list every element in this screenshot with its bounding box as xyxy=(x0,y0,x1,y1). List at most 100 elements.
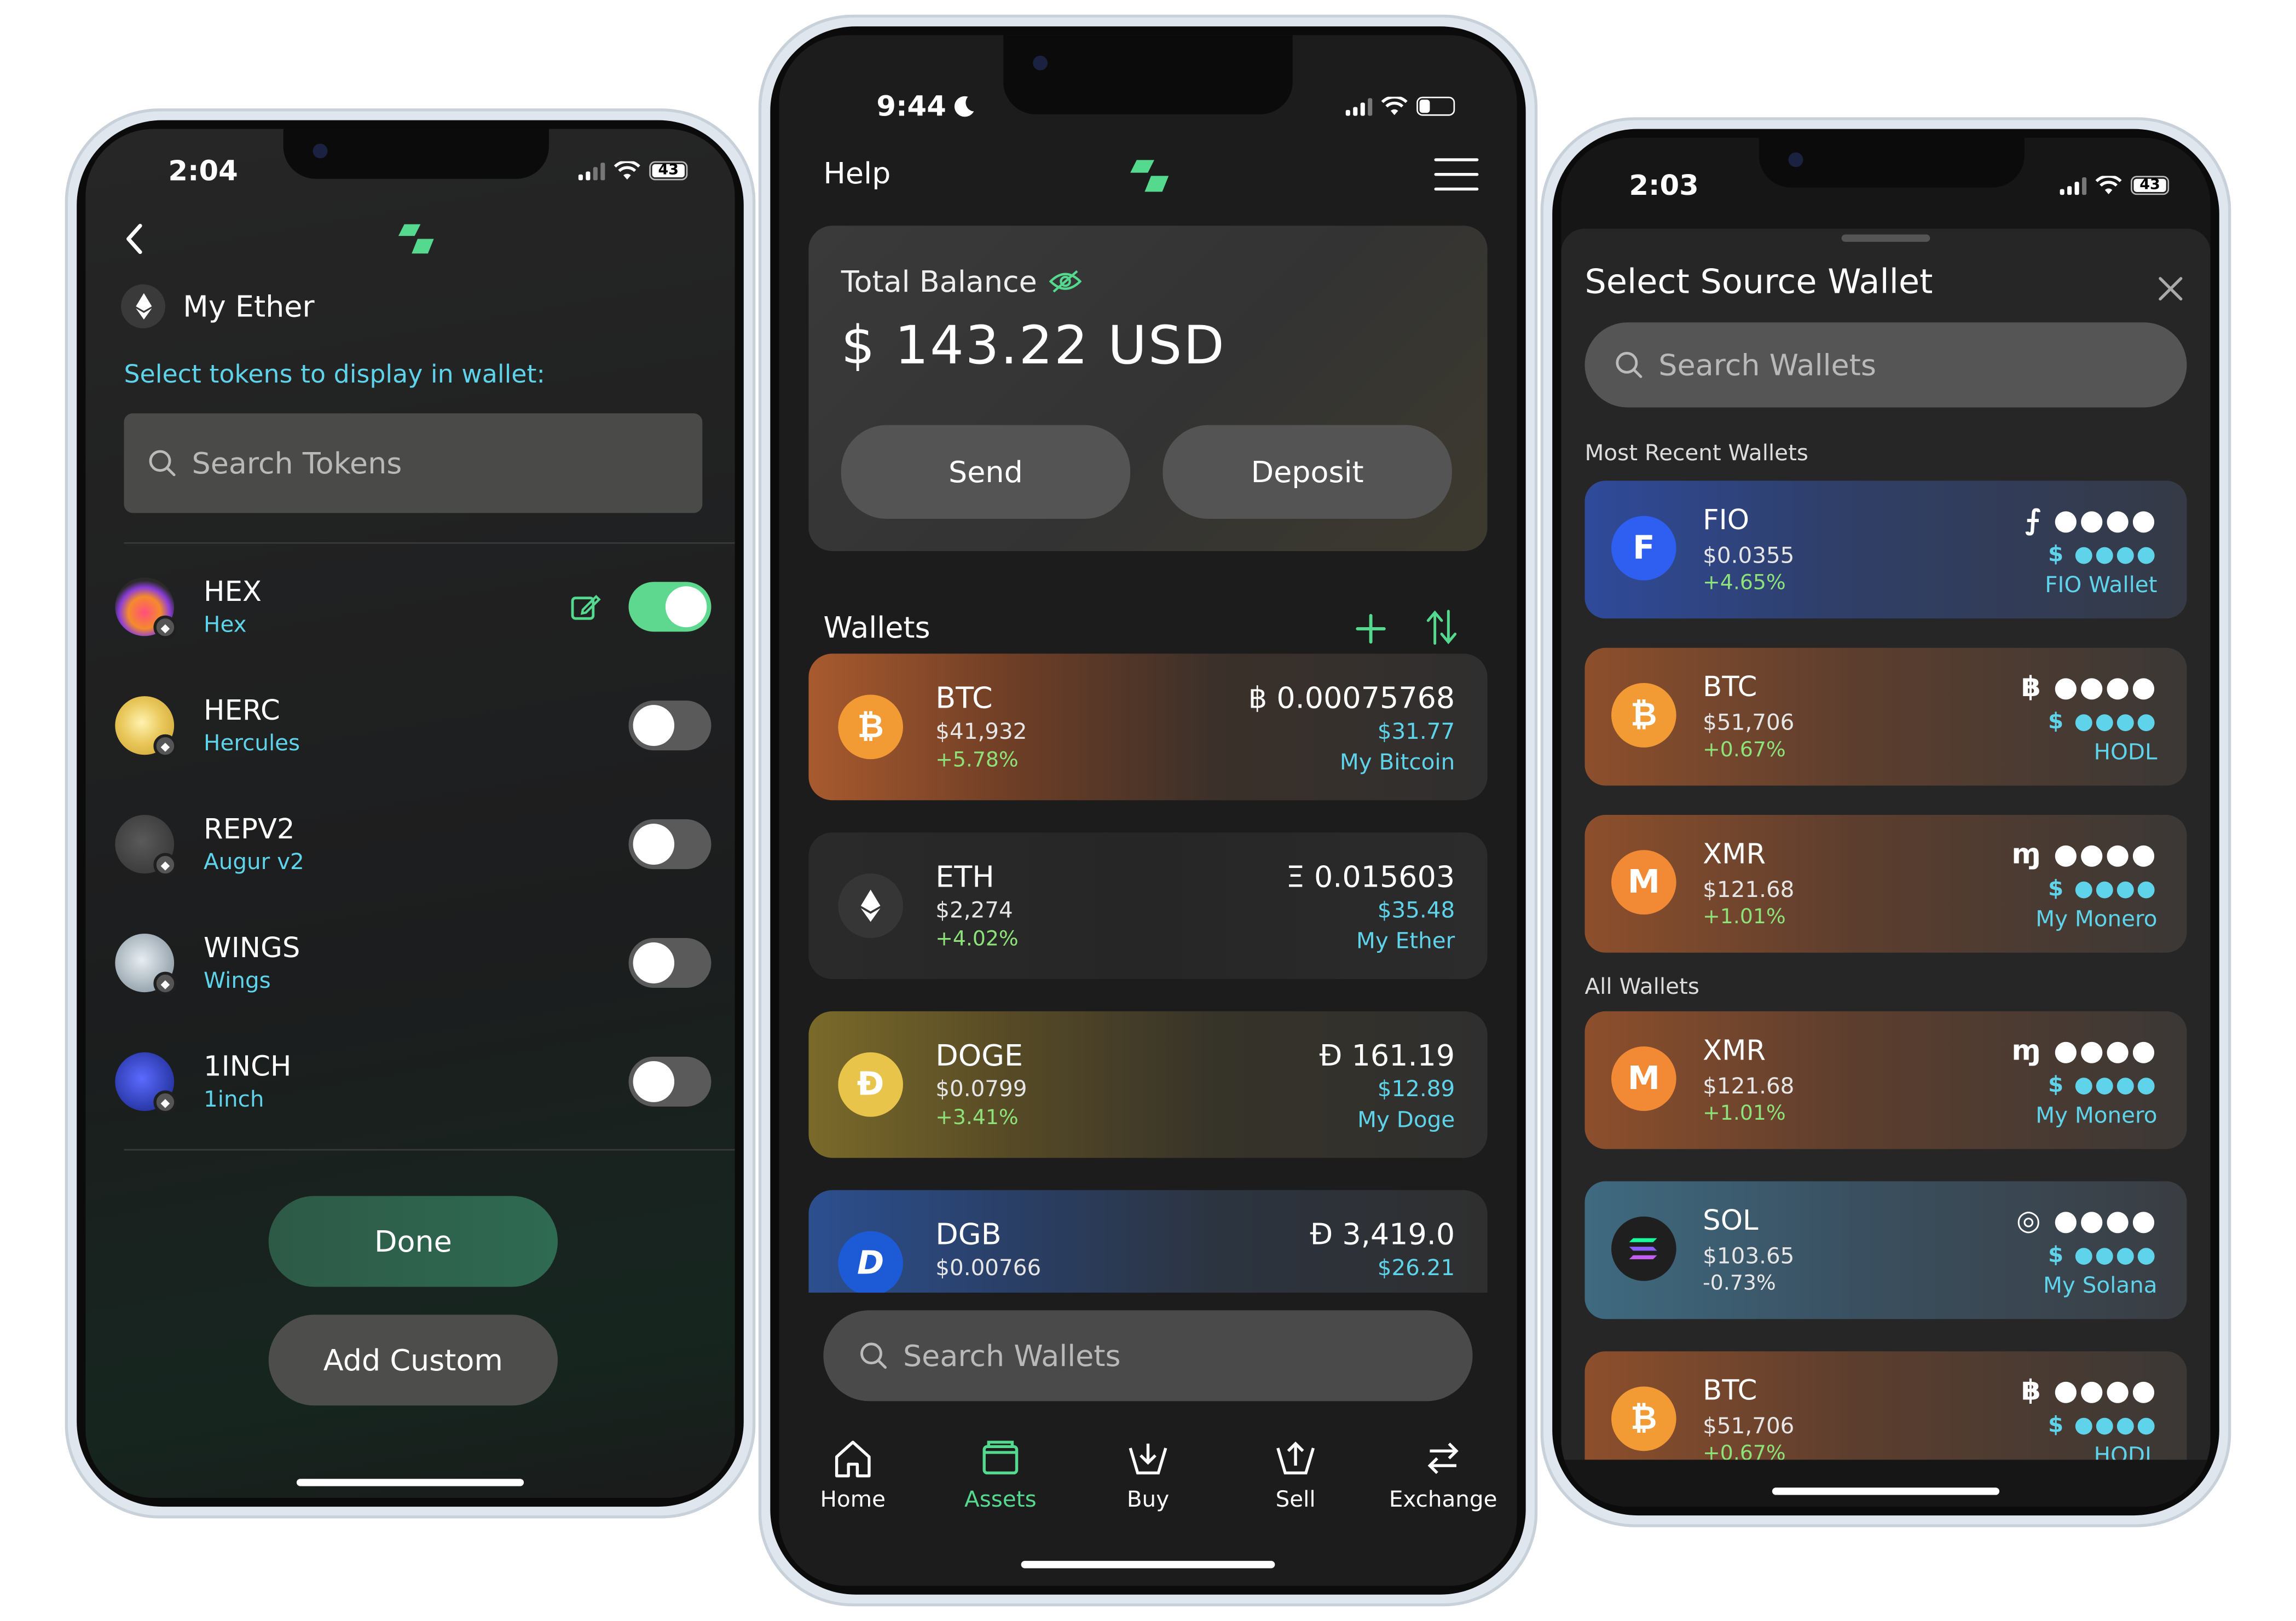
wallet-name: FIO Wallet xyxy=(2045,571,2158,598)
wallet-code: FIO xyxy=(1703,504,1750,537)
hidden-fiat-balance: $ ●●●● xyxy=(2048,875,2158,902)
hidden-balance: ◎ ●●●● xyxy=(2016,1205,2158,1237)
add-wallet-plus-icon[interactable] xyxy=(1355,612,1387,645)
wallet-card-btc[interactable]: ₿ BTC $41,932 +5.78% ฿ 0.00075768 $31.77… xyxy=(808,653,1488,801)
search-wallets-input[interactable]: Search Wallets xyxy=(823,1310,1473,1402)
wallet-icon xyxy=(982,1440,1019,1475)
wallet-change: -0.73% xyxy=(1703,1272,1776,1296)
wallet-price: $41,932 xyxy=(935,718,1027,745)
token-row-repv2[interactable]: ◆ REPV2 Augur v2 xyxy=(115,800,712,888)
augur-token-icon: ◆ xyxy=(115,815,177,877)
right-phone: 2:03 43 Select Source Wallet Search Wall… xyxy=(1540,117,2231,1527)
tab-label: Exchange xyxy=(1389,1486,1497,1513)
search-tokens-placeholder: Search Tokens xyxy=(192,445,402,481)
do-not-disturb-moon-icon xyxy=(955,96,975,117)
status-icons: 43 xyxy=(578,161,688,181)
repv2-toggle[interactable] xyxy=(628,819,712,870)
hidden-fiat-balance: $ ●●●● xyxy=(2048,541,2158,568)
sheet-title: Select Source Wallet xyxy=(1584,264,1933,302)
ethereum-badge-icon: ◆ xyxy=(153,734,177,758)
dogecoin-icon: Ð xyxy=(838,1052,903,1117)
recent-wallet-btc[interactable]: ₿ BTC $51,706 +0.67% ฿ ●●●● $ ●●●● HODL xyxy=(1584,647,2187,786)
status-time: 2:03 xyxy=(1629,170,1699,202)
status-time: 9:44 xyxy=(876,91,946,123)
total-balance-card: Total Balance $ 143.22 USD Send Deposit xyxy=(808,225,1488,551)
bitcoin-icon: ₿ xyxy=(838,694,903,760)
wallet-card-doge[interactable]: Ð DOGE $0.0799 +3.41% Đ 161.19 $12.89 My… xyxy=(808,1011,1488,1158)
herc-toggle[interactable] xyxy=(628,700,712,751)
wallet-code: ETH xyxy=(935,859,994,894)
all-wallet-xmr[interactable]: M XMR $121.68 +1.01% ɱ ●●●● $ ●●●● My Mo… xyxy=(1584,1011,2187,1149)
wallet-name: My Ether xyxy=(1356,928,1455,954)
all-wallet-sol[interactable]: SOL $103.65 -0.73% ◎ ●●●● $ ●●●● My Sola… xyxy=(1584,1181,2187,1319)
bottom-tab-bar: Home Assets Buy Sell Exchange xyxy=(779,1437,1517,1513)
token-row-1inch[interactable]: ◆ 1INCH 1inch xyxy=(115,1038,712,1126)
tab-home[interactable]: Home xyxy=(794,1437,912,1513)
token-row-herc[interactable]: ◆ HERC Hercules xyxy=(115,681,712,769)
buy-icon xyxy=(1129,1443,1167,1475)
notch xyxy=(1003,35,1293,114)
wallet-usd: $26.21 xyxy=(1377,1254,1455,1281)
sheet-bottom-mask xyxy=(1561,1460,2211,1507)
wallet-change: +4.65% xyxy=(1703,571,1786,595)
battery-level: 43 xyxy=(658,163,679,179)
wifi-icon xyxy=(614,161,640,180)
search-wallets-input[interactable]: Search Wallets xyxy=(1584,322,2187,408)
add-custom-button[interactable]: Add Custom xyxy=(268,1315,558,1406)
wallet-card-dgb[interactable]: D DGB $0.00766 Đ 3,419.0 $26.21 xyxy=(808,1190,1488,1293)
wallet-change: +1.01% xyxy=(1703,906,1786,929)
all-wallet-btc[interactable]: ₿ BTC $51,706 +0.67% ฿ ●●●● $ ●●●● HODL xyxy=(1584,1351,2187,1460)
tab-sell[interactable]: Sell xyxy=(1236,1437,1355,1513)
wallet-change: +3.41% xyxy=(935,1106,1019,1130)
search-tokens-input[interactable]: Search Tokens xyxy=(124,413,703,513)
monero-icon: M xyxy=(1611,1046,1676,1111)
hide-balance-eye-icon[interactable] xyxy=(1049,270,1082,293)
tab-label: Assets xyxy=(964,1486,1037,1513)
bitcoin-icon: ₿ xyxy=(1611,682,1676,748)
sheet-grabber[interactable] xyxy=(1841,234,1930,242)
edit-token-icon[interactable] xyxy=(570,590,602,623)
wallet-price: $0.0799 xyxy=(935,1075,1027,1102)
recent-wallet-fio[interactable]: F FIO $0.0355 +4.65% ⨍ ●●●● $ ●●●● FIO W… xyxy=(1584,480,2187,619)
token-code: REPV2 xyxy=(204,813,295,846)
wallet-name: My Monero xyxy=(2035,1102,2158,1129)
tab-exchange[interactable]: Exchange xyxy=(1384,1437,1502,1513)
hidden-balance: ɱ ●●●● xyxy=(2011,838,2158,871)
deposit-button[interactable]: Deposit xyxy=(1163,425,1452,519)
token-row-hex[interactable]: ◆ HEX Hex xyxy=(115,563,712,651)
back-arrow-icon[interactable] xyxy=(124,223,144,255)
tab-assets[interactable]: Assets xyxy=(941,1437,1060,1513)
ethereum-badge-icon: ◆ xyxy=(153,971,177,995)
close-icon[interactable] xyxy=(2158,275,2184,302)
done-button[interactable]: Done xyxy=(268,1196,558,1287)
wallet-change: +5.78% xyxy=(935,749,1019,773)
wallet-name: HODL xyxy=(2093,738,2158,765)
wallet-code: DOGE xyxy=(935,1038,1023,1073)
menu-hamburger-icon[interactable] xyxy=(1434,158,1479,191)
solana-icon xyxy=(1611,1216,1676,1281)
sort-wallets-icon[interactable] xyxy=(1425,607,1458,648)
wallet-code: XMR xyxy=(1703,1034,1766,1067)
select-source-wallet-screen: 2:03 43 Select Source Wallet Search Wall… xyxy=(1561,137,2211,1507)
digibyte-icon: D xyxy=(838,1231,903,1293)
recent-wallet-xmr[interactable]: M XMR $121.68 +1.01% ɱ ●●●● $ ●●●● My Mo… xyxy=(1584,815,2187,953)
token-selection-screen: 2:04 43 My Ether Select tokens to displa… xyxy=(85,129,735,1498)
monero-icon: M xyxy=(1611,850,1676,915)
help-link[interactable]: Help xyxy=(823,155,890,190)
tab-buy[interactable]: Buy xyxy=(1089,1437,1207,1513)
bitcoin-icon: ₿ xyxy=(1611,1386,1676,1451)
edge-logo-icon xyxy=(1130,160,1169,192)
wallet-code: SOL xyxy=(1703,1205,1759,1237)
hidden-fiat-balance: $ ●●●● xyxy=(2048,708,2158,734)
hidden-fiat-balance: $ ●●●● xyxy=(2048,1241,2158,1268)
wallet-title-row: My Ether xyxy=(121,284,315,328)
send-button[interactable]: Send xyxy=(841,425,1131,519)
hex-toggle[interactable] xyxy=(628,582,712,632)
token-name: Wings xyxy=(204,967,271,994)
token-row-wings[interactable]: ◆ WINGS Wings xyxy=(115,919,712,1007)
wallet-card-eth[interactable]: ETH $2,274 +4.02% Ξ 0.015603 $35.48 My E… xyxy=(808,832,1488,979)
wallet-change: +0.67% xyxy=(1703,738,1786,762)
wings-toggle[interactable] xyxy=(628,937,712,988)
hercules-token-icon: ◆ xyxy=(115,696,177,758)
1inch-toggle[interactable] xyxy=(628,1056,712,1107)
